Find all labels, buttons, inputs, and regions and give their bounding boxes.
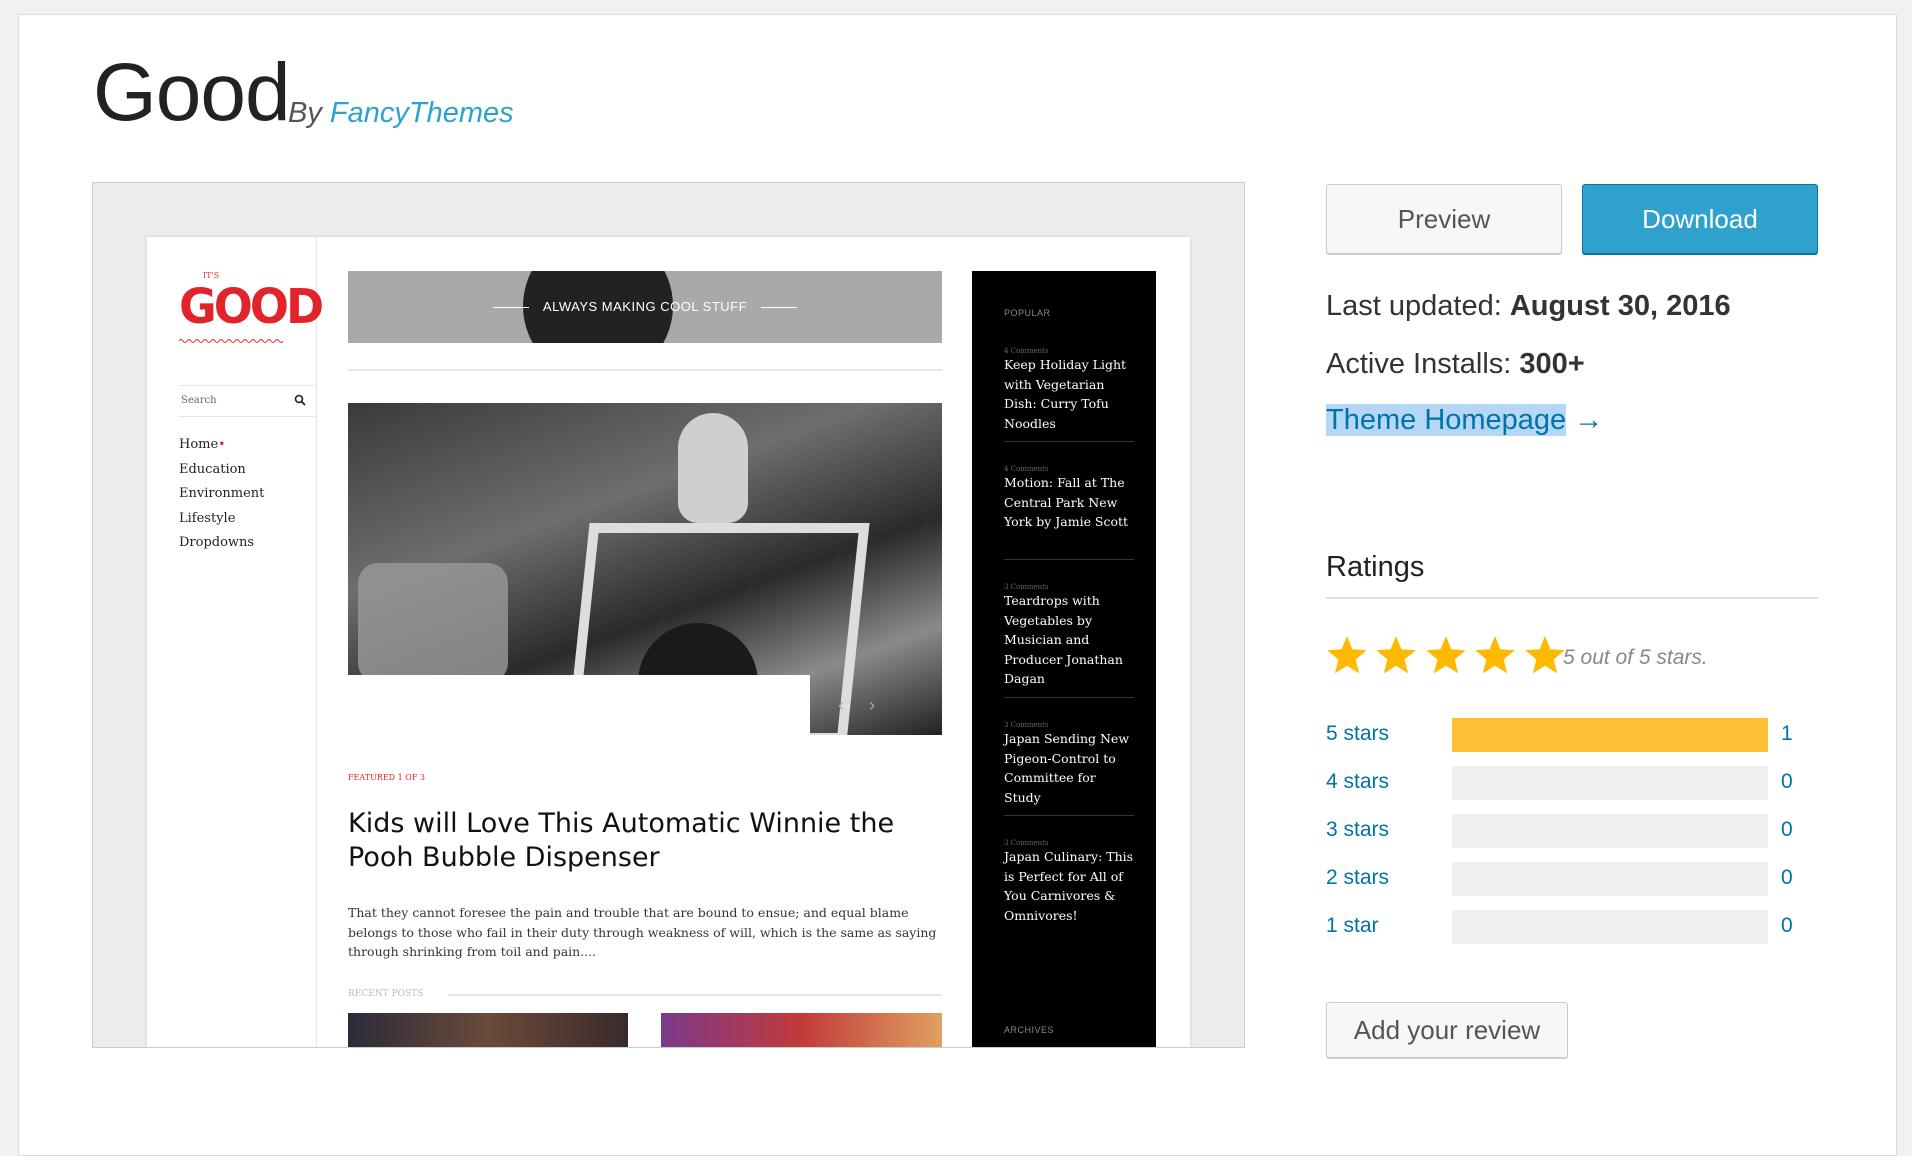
star-icon (1376, 636, 1417, 674)
archives-heading: ARCHIVES (1004, 1025, 1055, 1035)
rating-row-label[interactable]: 1 star (1326, 914, 1379, 938)
logo-squiggle (179, 339, 283, 343)
preview-left-column: IT'S GOOD Search Home• Education Environ… (147, 237, 324, 1047)
rating-row-count: 0 (1781, 770, 1793, 793)
rating-row: 3 stars 0 (1326, 814, 1826, 848)
active-installs-value: 300+ (1519, 348, 1585, 380)
preview-nav-item: Home• (179, 437, 226, 452)
sidebar-post: 3 Comments Japan Culinary: This is Perfe… (1004, 839, 1134, 923)
last-updated: Last updated: August 30, 2016 (1326, 290, 1731, 323)
rating-row: 2 stars 0 (1326, 862, 1826, 896)
theme-screenshot: IT'S GOOD Search Home• Education Environ… (92, 182, 1245, 1048)
preview-main: ALWAYS MAKING COOL STUFF ‹ › FEATURED 1 … (348, 237, 942, 1047)
rating-bar (1452, 766, 1768, 800)
popular-heading: POPULAR (1004, 308, 1051, 318)
preview-site: IT'S GOOD Search Home• Education Environ… (147, 237, 1190, 1047)
search-icon (294, 394, 306, 406)
preview-excerpt: That they cannot foresee the pain and tr… (348, 905, 937, 959)
preview-nav-item: Dropdowns (179, 535, 255, 550)
add-review-button[interactable]: Add your review (1326, 1002, 1568, 1058)
last-updated-value: August 30, 2016 (1509, 290, 1731, 322)
rating-row-label[interactable]: 4 stars (1326, 770, 1389, 794)
theme-title: Good (93, 47, 291, 138)
sidebar-post: 4 Comments Motion: Fall at The Central P… (1004, 465, 1129, 529)
rating-bar (1452, 814, 1768, 848)
download-button[interactable]: Download (1582, 184, 1818, 254)
preview-sidebar: POPULAR 4 Comments Keep Holiday Light wi… (972, 271, 1156, 1047)
author-link[interactable]: FancyThemes (330, 97, 514, 129)
byline-prefix: By (288, 97, 322, 129)
rating-row-label[interactable]: 5 stars (1326, 722, 1389, 746)
preview-button[interactable]: Preview (1326, 184, 1562, 254)
preview-nav-item: Lifestyle (179, 510, 236, 526)
star-icon (1426, 636, 1466, 674)
preview-nav-item: Education (179, 461, 246, 477)
theme-homepage-link[interactable]: Theme Homepage → (1326, 404, 1603, 437)
preview-logo: GOOD (179, 277, 324, 335)
star-icon (1525, 636, 1565, 674)
sidebar-post: 3 Comments Japan Sending New Pigeon-Cont… (1004, 721, 1130, 805)
active-dot-icon: • (218, 437, 226, 451)
rating-row-count: 0 (1781, 818, 1793, 841)
rating-row-count: 0 (1781, 866, 1793, 889)
slider-arrows-icon: ‹ › (838, 695, 875, 715)
rating-row: 4 stars 0 (1326, 766, 1826, 800)
rating-bar (1452, 862, 1768, 896)
ratings-heading: Ratings (1326, 551, 1425, 583)
rating-row-count: 0 (1781, 914, 1793, 937)
recent-thumb (661, 1013, 942, 1047)
divider (348, 369, 942, 371)
theme-homepage-label[interactable]: Theme Homepage (1326, 404, 1567, 436)
recent-posts-label: RECENT POSTS (348, 989, 942, 999)
active-installs-label: Active Installs: (1326, 348, 1512, 380)
arrow-right-icon: → (1574, 404, 1604, 436)
rating-row: 1 star 0 (1326, 910, 1826, 944)
rating-row-label[interactable]: 2 stars (1326, 866, 1389, 890)
preview-search: Search (179, 385, 316, 417)
sidebar-post: 3 Comments Teardrops with Vegetables by … (1004, 583, 1123, 686)
last-updated-label: Last updated: (1326, 290, 1502, 322)
star-icon (1327, 636, 1367, 674)
preview-nav: Home• Education Environment Lifestyle Dr… (179, 437, 264, 560)
byline: By FancyThemes (288, 97, 514, 130)
rating-row: 5 stars 1 (1326, 718, 1826, 752)
rating-summary: 5 out of 5 stars. (1563, 646, 1708, 669)
featured-label: FEATURED 1 OF 3 (348, 773, 426, 782)
preview-search-placeholder: Search (181, 395, 217, 406)
sidebar-post: 4 Comments Keep Holiday Light with Veget… (1004, 347, 1127, 431)
featured-photo: ‹ › (348, 403, 942, 735)
rating-row-label[interactable]: 3 stars (1326, 818, 1389, 842)
preview-headline: Kids will Love This Automatic Winnie the… (348, 808, 895, 873)
star-rating (1326, 636, 1569, 681)
rating-bar (1452, 718, 1768, 752)
star-icon (1475, 636, 1516, 674)
ratings-divider (1326, 597, 1818, 599)
active-installs: Active Installs: 300+ (1326, 348, 1585, 381)
recent-thumb (348, 1013, 628, 1047)
preview-banner: ALWAYS MAKING COOL STUFF (348, 271, 942, 343)
rating-bar (1452, 910, 1768, 944)
rating-row-count: 1 (1781, 722, 1793, 745)
preview-nav-item: Environment (179, 486, 265, 501)
banner-text: ALWAYS MAKING COOL STUFF (542, 299, 748, 314)
